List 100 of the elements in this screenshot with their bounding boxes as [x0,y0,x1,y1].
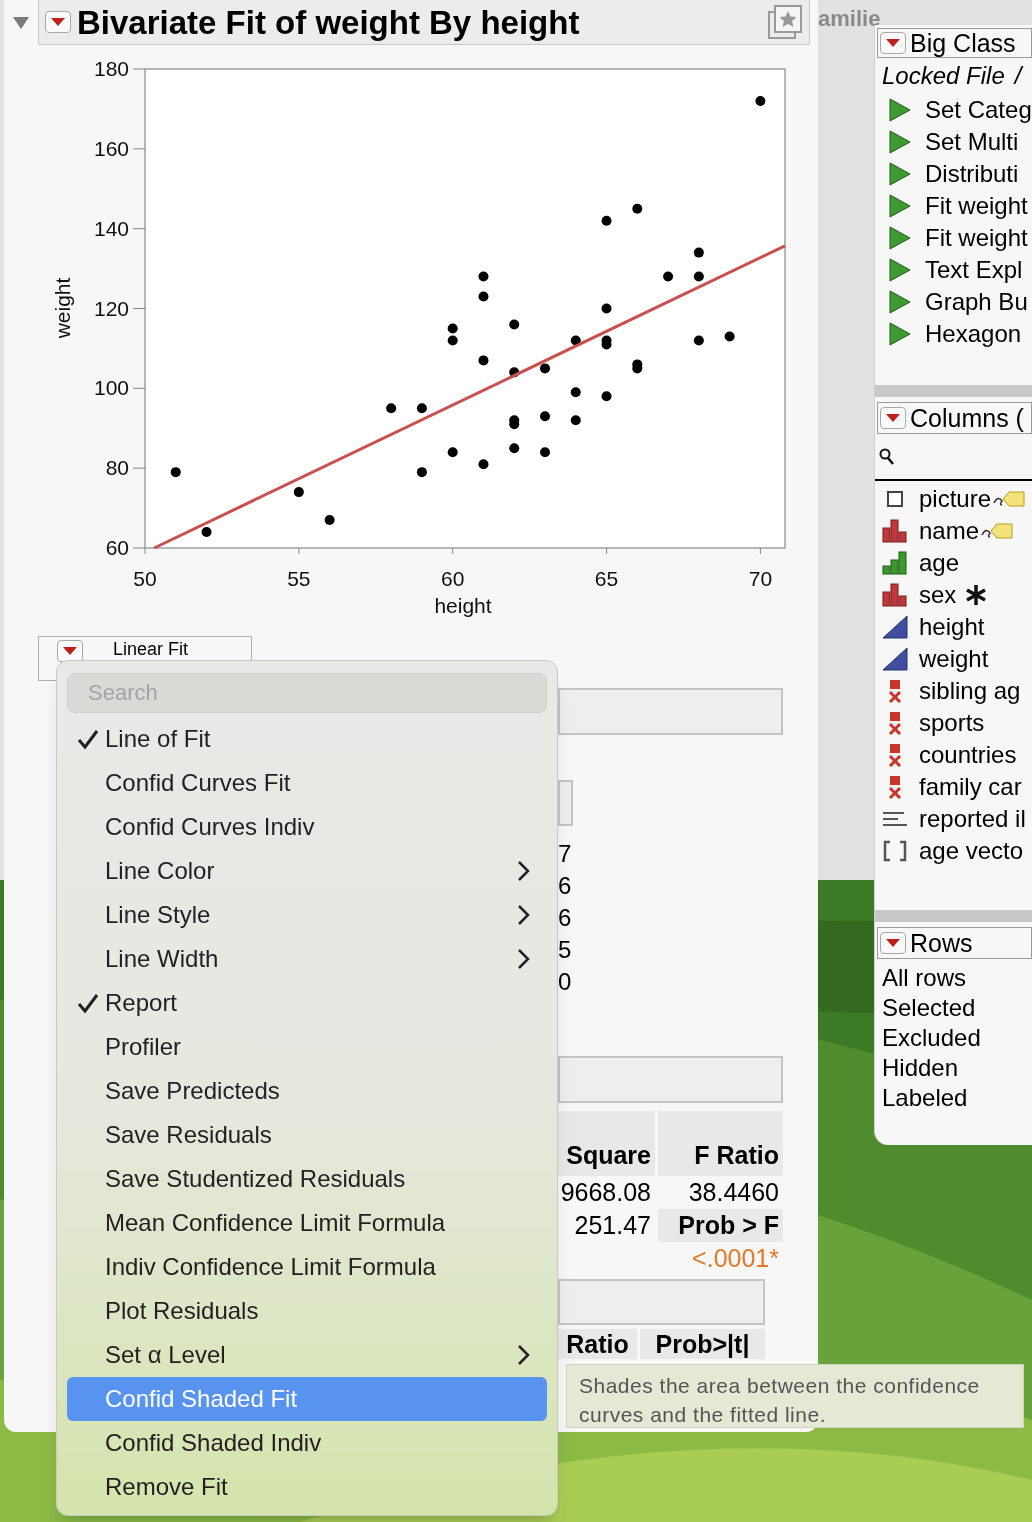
table-cell-text: 251.47 [573,1209,652,1241]
data-point [447,323,458,334]
triangle-icon [882,647,908,671]
row-state-label: Hidden [882,1053,960,1083]
menu-item[interactable]: Profiler [67,1025,547,1069]
caret-down-icon [62,646,78,656]
menu-button[interactable] [880,32,906,54]
data-point [632,363,643,374]
row-state-label: Excluded [882,1023,982,1053]
menu-item[interactable]: Line Width [67,937,547,981]
panel-title: Columns ( [910,405,1024,431]
play-icon [889,258,911,282]
menu-item[interactable]: Indiv Confidence Limit Formula [67,1245,547,1289]
script-item[interactable]: Set Categ [875,94,1032,126]
menu-item[interactable]: Set α Level [67,1333,547,1377]
file-status: Locked File [882,61,1005,91]
data-point [416,403,427,414]
y-tick-label: 100 [93,376,129,400]
play-icon [889,194,911,218]
data-point [540,447,550,458]
table-cell-text: 0 [558,967,573,997]
play-icon [889,226,911,250]
script-item[interactable]: Graph Bu [875,286,1032,318]
x-tick-label: 55 [287,567,311,590]
column-header: F Ratio [658,1111,783,1176]
menu-item[interactable]: Remove Fit [67,1465,547,1509]
column-header: Square [558,1111,655,1176]
bar-chart-icon [882,551,908,575]
cross-icon [887,711,903,735]
table-cell: Prob > F [658,1209,783,1242]
menu-item[interactable]: Line Style [67,893,547,937]
table-cell-text: 7 [558,839,573,869]
menu-button[interactable] [57,640,83,662]
data-point [570,387,581,398]
x-tick-label: 60 [441,567,465,590]
data-point [540,411,550,422]
menu-item[interactable]: Mean Confidence Limit Formula [67,1201,547,1245]
column-header: Ratio [558,1329,637,1359]
data-point [509,367,520,378]
data-point [416,467,427,478]
menu-button[interactable] [880,932,906,954]
menu-item[interactable]: Confid Curves Fit [67,761,547,805]
data-point [509,319,520,330]
data-point [386,403,397,414]
table-cell-text: 6 [558,903,573,933]
y-tick-label: 140 [93,216,129,240]
menu-button[interactable] [880,407,906,429]
y-tick-label: 120 [93,296,129,320]
data-point [170,467,181,478]
script-item[interactable]: Distributi [875,158,1032,190]
menu-item[interactable]: Save Predicteds [67,1069,547,1113]
script-item[interactable]: Fit weight [875,190,1032,222]
tooltip: Shades the area between the confidence curves and the fitted line. [566,1364,1024,1428]
script-item[interactable]: Text Expl [875,254,1032,286]
play-icon [889,322,911,346]
menu-item[interactable]: Line of Fit [67,717,547,761]
script-item[interactable]: Hexagon [875,318,1032,350]
row-state-label: Selected [882,993,977,1023]
search-icon[interactable] [879,447,895,466]
menu-item[interactable]: Plot Residuals [67,1289,547,1333]
data-point [632,203,643,214]
data-point [478,291,489,302]
data-point [601,391,612,402]
y-tick-label: 60 [105,536,129,559]
data-point [478,355,489,366]
disclosure-triangle-icon[interactable] [12,15,30,30]
data-point [540,363,550,374]
menu-item[interactable]: Save Residuals [67,1113,547,1157]
triangle-icon [882,615,908,639]
play-icon [889,130,911,154]
window-title: amilie [818,5,881,33]
column-header: Prob>|t| [640,1329,765,1359]
script-item[interactable]: Set Multi [875,126,1032,158]
star-box-icon[interactable] [767,4,803,40]
menu-item[interactable]: Save Studentized Residuals [67,1157,547,1201]
data-point [478,271,489,282]
y-tick-label: 160 [93,136,129,160]
menu-item[interactable]: Report [67,981,547,1025]
panel-title: Big Class [910,30,1016,56]
text-lines-icon [882,810,908,828]
data-point [570,415,581,426]
data-point [663,271,674,282]
caret-down-icon [885,413,901,423]
data-point [724,331,735,342]
row-state-label: Labeled [882,1083,969,1113]
table-cell-text: 5 [558,935,573,965]
script-item[interactable]: Fit weight [875,222,1032,254]
file-status-separator: / [1014,61,1022,91]
menu-item[interactable]: Confid Shaded Indiv [67,1421,547,1465]
data-point [509,419,520,430]
panel-title: Rows [910,930,973,956]
data-point [601,339,612,350]
bar-chart-icon [882,583,908,607]
data-point [447,447,458,458]
menu-button[interactable] [45,11,71,33]
menu-item[interactable]: Confid Curves Indiv [67,805,547,849]
cross-icon [887,743,903,767]
menu-item[interactable]: Line Color [67,849,547,893]
play-icon [889,98,911,122]
data-point [324,515,335,526]
